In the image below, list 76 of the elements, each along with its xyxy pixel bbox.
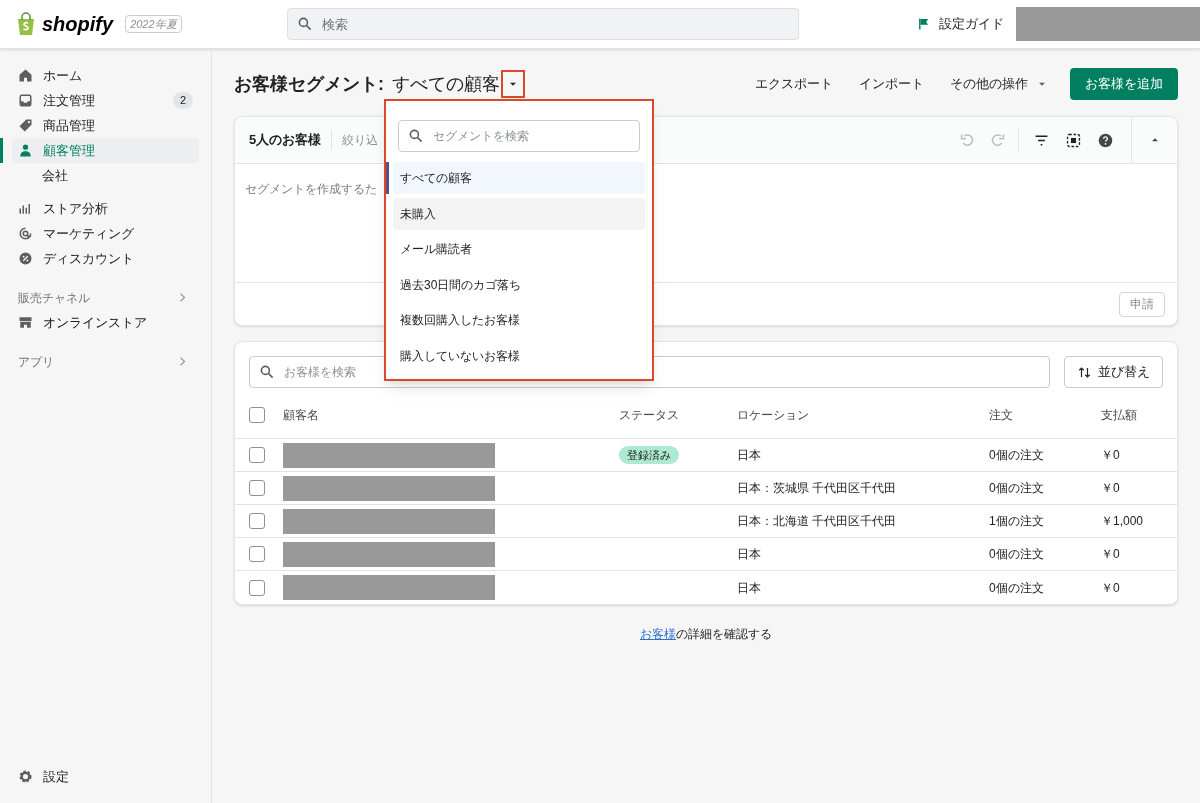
footer-text: お客様の詳細を確認する — [639, 626, 773, 643]
table-cell-text: 0個の注文 — [989, 579, 1045, 597]
logo-wordmark: shopify — [42, 12, 114, 37]
customers-link[interactable]: お客様 — [640, 627, 676, 641]
status-badge: 登録済み — [619, 445, 679, 465]
dashed-square-icon — [1064, 131, 1082, 149]
segment-search-field[interactable]: セグメントを検索 — [398, 120, 640, 152]
column-header: 注文 — [989, 406, 1014, 424]
table-cell-text: ￥1,000 — [1101, 513, 1145, 530]
table-cell-text: ￥0 — [1101, 447, 1121, 464]
table-cell-text: 0個の注文 — [989, 447, 1045, 464]
checkbox[interactable] — [249, 579, 265, 596]
selection-indicator — [386, 162, 389, 194]
segment-option[interactable]: 未購入 — [393, 197, 645, 230]
column-header: ステータス — [619, 406, 680, 424]
sidebar-item[interactable]: オンラインストア — [12, 310, 199, 335]
tag-icon — [18, 118, 33, 133]
checkbox[interactable] — [249, 406, 265, 423]
person-icon — [18, 143, 33, 158]
house-icon — [18, 68, 33, 83]
sort-button[interactable]: 並び替え — [1064, 356, 1163, 388]
tray-icon — [18, 93, 33, 108]
section-heading: 販売チャネル — [18, 289, 90, 307]
dropdown-toggle[interactable] — [501, 70, 525, 98]
search-icon — [408, 128, 424, 144]
table-cell-text: 日本 — [737, 546, 762, 563]
segment-selector[interactable]: すべての顧客 — [392, 70, 500, 98]
help-icon — [1096, 131, 1114, 149]
setup-guide-button[interactable]: 設定ガイド — [917, 14, 1004, 34]
search-icon — [259, 364, 275, 380]
settings-item[interactable]: 設定 — [12, 764, 199, 789]
cursor-target-icon — [18, 226, 33, 241]
sidebar-subitem[interactable]: 会社 — [12, 163, 199, 188]
search-field[interactable]: 検索 — [287, 8, 799, 40]
checkbox[interactable] — [249, 447, 265, 463]
header-action-button[interactable]: エクスポート — [755, 74, 833, 94]
sidebar-item[interactable]: ディスカウント — [12, 246, 199, 271]
storefront-icon — [18, 315, 33, 330]
column-header: 支払額 — [1101, 406, 1138, 424]
table-cell-text: ￥0 — [1101, 480, 1121, 497]
gear-icon — [18, 769, 33, 784]
search-icon — [297, 16, 313, 32]
bar-chart-icon — [18, 201, 33, 216]
checkbox[interactable] — [249, 546, 265, 562]
table-cell-text: 0個の注文 — [989, 546, 1045, 563]
header-action-button[interactable]: インポート — [859, 74, 924, 94]
table-cell-text: 1個の注文 — [989, 513, 1045, 530]
selection-indicator — [0, 138, 3, 163]
sidebar-item[interactable]: ホーム — [12, 63, 199, 88]
editor-hint-text: セグメントを作成するた — [245, 182, 377, 196]
edition-badge: 2022年夏 — [125, 14, 182, 34]
table-cell-text: 0個の注文 — [989, 480, 1045, 497]
section-heading: アプリ — [18, 353, 54, 371]
table-cell-text: 日本 — [737, 447, 762, 464]
sidebar-item[interactable]: マーケティング — [12, 221, 199, 246]
customer-count: 5人のお客様 — [249, 131, 322, 150]
sort-arrows-icon — [1077, 364, 1092, 380]
percent-icon — [18, 251, 33, 266]
table-cell-text: 日本 — [737, 579, 762, 597]
column-header: 顧客名 — [283, 406, 320, 424]
table-cell-text: ￥0 — [1101, 546, 1121, 563]
page-title: お客様セグメント: — [234, 72, 384, 96]
sidebar-item[interactable]: 商品管理 — [12, 113, 199, 138]
more-actions-button[interactable]: その他の操作 — [950, 74, 1048, 94]
table-cell-text: 日本：茨城県 千代田区千代田 — [737, 480, 898, 497]
table-cell-text: 日本：北海道 千代田区千代田 — [737, 513, 898, 530]
sidebar-item[interactable]: 注文管理 2 — [12, 88, 199, 113]
column-header: ロケーション — [737, 406, 810, 424]
undo-icon — [958, 131, 976, 149]
sidebar-item[interactable]: ストア分析 — [12, 196, 199, 221]
add-customer-button[interactable]: お客様を追加 — [1070, 68, 1178, 100]
flag-icon — [917, 17, 931, 31]
table-cell-text: ￥0 — [1101, 579, 1121, 597]
checkbox[interactable] — [249, 513, 265, 529]
count-badge: 2 — [172, 92, 193, 109]
checkbox[interactable] — [249, 480, 265, 496]
